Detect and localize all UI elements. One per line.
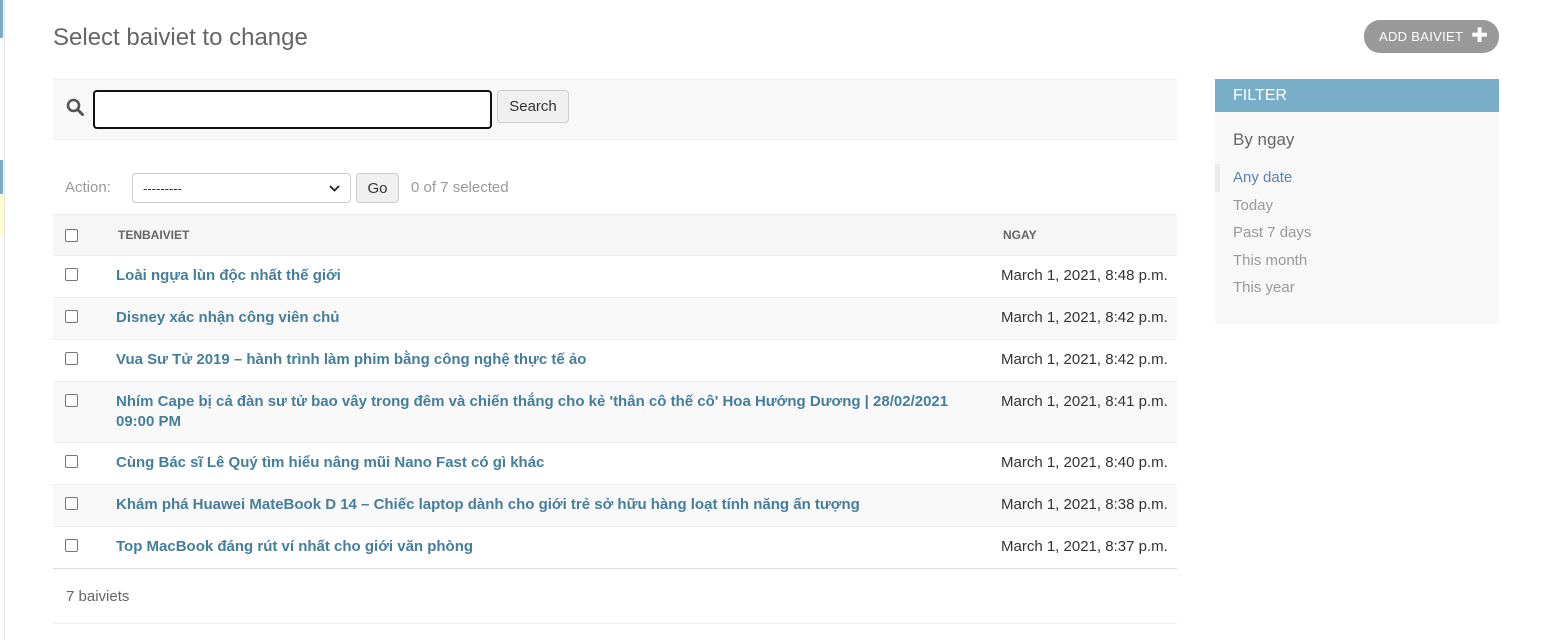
table-row: Disney xác nhận công viên chủ March 1, 2…: [53, 297, 1177, 340]
filter-option-today[interactable]: Today: [1215, 192, 1499, 220]
search-button[interactable]: Search: [497, 90, 569, 123]
table-row: Loài ngựa lùn độc nhất thế giới March 1,…: [53, 255, 1177, 298]
date-cell: March 1, 2021, 8:48 p.m.: [1001, 255, 1177, 298]
table-row: Nhím Cape bị cả đàn sư tử bao vây trong …: [53, 381, 1177, 443]
row-check-cell: [53, 484, 105, 527]
actions-bar: Action: --------- Go 0 of 7 selected: [53, 170, 1177, 206]
filter-header: FILTER: [1215, 79, 1499, 112]
baiviet-link[interactable]: Disney xác nhận công viên chủ: [105, 308, 1001, 328]
title-cell: Khám phá Huawei MateBook D 14 – Chiếc la…: [105, 484, 1001, 527]
select-all-cell: [53, 214, 105, 256]
filter-option-this-month[interactable]: This month: [1215, 247, 1499, 275]
row-checkbox[interactable]: [65, 455, 78, 468]
title-cell: Disney xác nhận công viên chủ: [105, 297, 1001, 340]
plus-icon: ✚: [1471, 24, 1489, 47]
baiviet-link[interactable]: Loài ngựa lùn độc nhất thế giới: [105, 266, 1001, 286]
search-icon: [66, 98, 84, 116]
title-cell: Nhím Cape bị cả đàn sư tử bao vây trong …: [105, 381, 1001, 443]
search-toolbar: Search: [53, 79, 1177, 140]
action-select-value: ---------: [143, 180, 182, 196]
row-checkbox[interactable]: [65, 497, 78, 510]
table-row: Top MacBook đáng rút ví nhất cho giới vă…: [53, 526, 1177, 569]
row-check-cell: [53, 255, 105, 298]
baiviet-link[interactable]: Cùng Bác sĩ Lê Quý tìm hiểu nâng mũi Nan…: [105, 453, 1001, 473]
left-rail: [0, 0, 5, 640]
column-header-tenbaiviet[interactable]: TENBAIVIET: [105, 214, 1001, 256]
baiviet-link[interactable]: Vua Sư Tử 2019 – hành trình làm phim bằn…: [105, 350, 1001, 370]
row-checkbox[interactable]: [65, 268, 78, 281]
results-table: TENBAIVIET NGAY Loài ngựa lùn độc nhất t…: [53, 214, 1177, 569]
add-baiviet-button[interactable]: ADD BAIVIET ✚: [1364, 20, 1499, 53]
date-cell: March 1, 2021, 8:38 p.m.: [1001, 484, 1177, 527]
baiviet-link[interactable]: Nhím Cape bị cả đàn sư tử bao vây trong …: [105, 392, 1001, 432]
add-button-label: ADD BAIVIET: [1379, 29, 1464, 44]
row-check-cell: [53, 381, 105, 443]
filter-option-any-date[interactable]: Any date: [1215, 164, 1499, 192]
table-row: Vua Sư Tử 2019 – hành trình làm phim bằn…: [53, 339, 1177, 382]
title-cell: Top MacBook đáng rút ví nhất cho giới vă…: [105, 526, 1001, 569]
filter-options: Any date Today Past 7 days This month Th…: [1215, 164, 1499, 302]
filter-option-this-year[interactable]: This year: [1215, 274, 1499, 302]
filter-option-past-7-days[interactable]: Past 7 days: [1215, 219, 1499, 247]
row-checkbox[interactable]: [65, 352, 78, 365]
row-checkbox[interactable]: [65, 394, 78, 407]
row-checkbox[interactable]: [65, 539, 78, 552]
table-header-row: TENBAIVIET NGAY: [53, 214, 1177, 256]
date-cell: March 1, 2021, 8:42 p.m.: [1001, 339, 1177, 382]
row-check-cell: [53, 297, 105, 340]
go-button[interactable]: Go: [356, 173, 399, 203]
result-count: 7 baiviets: [66, 588, 130, 605]
paginator: 7 baiviets: [53, 570, 1177, 624]
title-cell: Vua Sư Tử 2019 – hành trình làm phim bằn…: [105, 339, 1001, 382]
title-cell: Cùng Bác sĩ Lê Quý tìm hiểu nâng mũi Nan…: [105, 442, 1001, 485]
baiviet-link[interactable]: Top MacBook đáng rút ví nhất cho giới vă…: [105, 537, 1001, 557]
date-cell: March 1, 2021, 8:37 p.m.: [1001, 526, 1177, 569]
column-header-ngay[interactable]: NGAY: [1001, 214, 1177, 256]
date-cell: March 1, 2021, 8:42 p.m.: [1001, 297, 1177, 340]
date-cell: March 1, 2021, 8:41 p.m.: [1001, 381, 1177, 443]
select-all-checkbox[interactable]: [65, 229, 78, 243]
action-label: Action:: [65, 179, 111, 196]
search-input[interactable]: [93, 90, 492, 129]
row-check-cell: [53, 442, 105, 485]
date-cell: March 1, 2021, 8:40 p.m.: [1001, 442, 1177, 485]
table-row: Cùng Bác sĩ Lê Quý tìm hiểu nâng mũi Nan…: [53, 442, 1177, 485]
action-select[interactable]: ---------: [132, 173, 351, 203]
table-row: Khám phá Huawei MateBook D 14 – Chiếc la…: [53, 484, 1177, 527]
selected-count: 0 of 7 selected: [411, 179, 509, 196]
title-cell: Loài ngựa lùn độc nhất thế giới: [105, 255, 1001, 298]
chevron-down-icon: [329, 184, 340, 192]
rail-highlight: [0, 160, 3, 194]
page-title: Select baiviet to change: [53, 24, 308, 51]
rail-highlight: [0, 0, 3, 38]
rail-highlight: [0, 196, 3, 236]
filter-group-title: By ngay: [1233, 130, 1295, 149]
filter-panel: FILTER By ngay Any date Today Past 7 day…: [1215, 79, 1499, 324]
row-check-cell: [53, 526, 105, 569]
row-checkbox[interactable]: [65, 310, 78, 323]
row-check-cell: [53, 339, 105, 382]
baiviet-link[interactable]: Khám phá Huawei MateBook D 14 – Chiếc la…: [105, 495, 1001, 515]
